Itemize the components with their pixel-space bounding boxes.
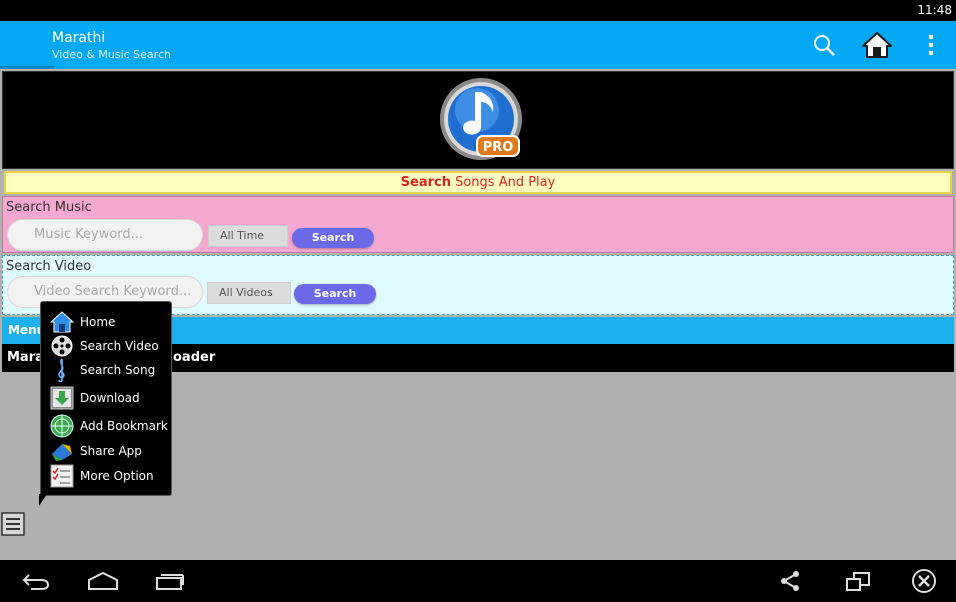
home-outline-icon xyxy=(88,571,118,590)
film-reel-icon xyxy=(51,335,73,357)
app-name-end: oader xyxy=(173,350,216,365)
tagline-banner: Search Songs And Play xyxy=(4,171,952,194)
music-time-filter[interactable]: All Time xyxy=(208,225,288,247)
tagline-bold: Search xyxy=(400,175,451,190)
music-note-logo-icon: PRO xyxy=(440,78,522,160)
nav-back-button[interactable] xyxy=(16,566,56,596)
popup-item-search-video[interactable]: Search Video xyxy=(49,334,171,358)
list-toggle-button[interactable] xyxy=(1,512,25,536)
popup-item-home[interactable]: Home xyxy=(49,310,171,334)
music-search-button[interactable]: Search xyxy=(292,228,374,248)
overflow-menu-icon xyxy=(929,35,933,55)
share-icon xyxy=(52,444,72,461)
video-search-label: Search Video xyxy=(6,259,92,274)
status-bar: 11:48 xyxy=(0,0,956,21)
nav-close-button[interactable] xyxy=(904,566,944,596)
popup-item-share-app[interactable]: Share App xyxy=(49,439,171,463)
list-icon xyxy=(1,512,25,536)
checklist-icon xyxy=(50,464,74,488)
logo-badge: PRO xyxy=(483,140,514,155)
music-search-label: Search Music xyxy=(6,200,92,215)
status-clock: 11:48 xyxy=(917,3,952,17)
nav-share-button[interactable] xyxy=(770,566,810,596)
system-nav-bar xyxy=(0,560,956,602)
music-clef-icon xyxy=(58,358,65,382)
home-icon xyxy=(862,32,892,58)
search-button[interactable] xyxy=(808,29,840,61)
video-type-filter[interactable]: All Videos xyxy=(207,282,291,304)
recent-apps-icon xyxy=(156,574,184,590)
home-icon xyxy=(50,311,74,333)
music-search-panel: Search Music Music Keyword... All Time S… xyxy=(2,196,954,253)
back-icon xyxy=(22,574,50,590)
tagline-rest: Songs And Play xyxy=(450,175,556,190)
download-icon xyxy=(50,386,74,410)
up-navigation[interactable] xyxy=(0,21,6,69)
video-search-button[interactable]: Search xyxy=(294,284,376,304)
close-circle-icon xyxy=(912,569,936,593)
window-resize-icon xyxy=(846,572,870,591)
nav-recents-button[interactable] xyxy=(151,566,191,596)
overflow-menu-button[interactable] xyxy=(915,29,947,61)
nav-home-button[interactable] xyxy=(83,566,123,596)
logo-banner: PRO xyxy=(2,71,954,169)
title-underline xyxy=(0,66,54,69)
popup-menu: Home Search Video Search Song Download A… xyxy=(40,301,172,496)
nav-resize-button[interactable] xyxy=(838,566,878,596)
popup-item-search-song[interactable]: Search Song xyxy=(49,358,171,382)
popup-item-add-bookmark[interactable]: Add Bookmark xyxy=(49,414,171,438)
popup-item-download[interactable]: Download xyxy=(49,386,171,410)
share-nodes-icon xyxy=(781,571,799,591)
action-bar: Marathi Video & Music Search xyxy=(0,21,956,69)
app-subtitle: Video & Music Search xyxy=(52,48,171,61)
search-icon xyxy=(814,35,835,56)
popup-tail xyxy=(39,494,47,506)
home-button[interactable] xyxy=(861,29,893,61)
music-keyword-input[interactable]: Music Keyword... xyxy=(7,219,203,251)
app-screen: 11:48 Marathi Video & Music Search PRO S… xyxy=(0,0,956,602)
popup-item-more-option[interactable]: More Option xyxy=(49,464,171,488)
app-title: Marathi xyxy=(52,30,106,46)
bookmark-globe-icon xyxy=(50,414,74,438)
